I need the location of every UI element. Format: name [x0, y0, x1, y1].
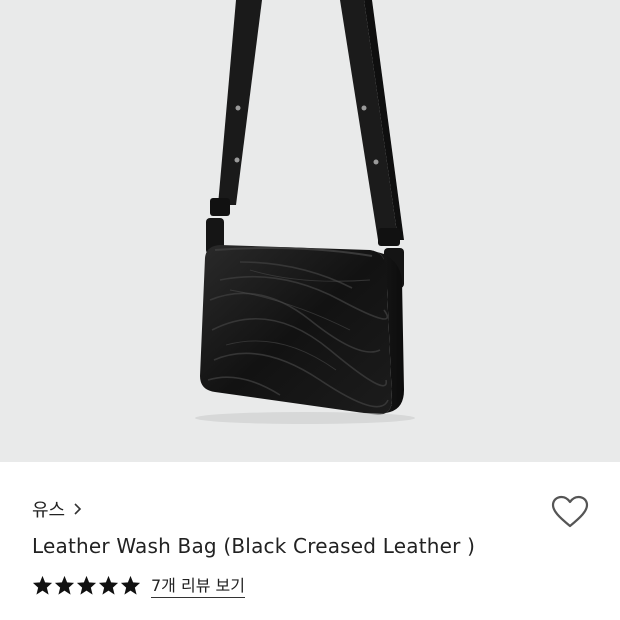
reviews-link[interactable]: 7개 리뷰 보기	[151, 572, 245, 598]
chevron-right-icon	[73, 502, 83, 516]
star-icon	[32, 575, 53, 595]
product-image[interactable]	[0, 0, 620, 462]
crossbody-bag-photo	[195, 0, 415, 424]
star-icon	[98, 575, 119, 595]
rating-row: 7개 리뷰 보기	[32, 572, 245, 598]
star-icon	[120, 575, 141, 595]
wishlist-button[interactable]	[548, 490, 592, 534]
product-title: Leather Wash Bag (Black Creased Leather …	[32, 534, 476, 558]
rating-stars	[32, 575, 141, 595]
brand-link[interactable]: 유스	[32, 496, 83, 522]
heart-outline-icon	[551, 495, 589, 528]
star-icon	[76, 575, 97, 595]
brand-name: 유스	[32, 500, 66, 521]
star-icon	[54, 575, 75, 595]
